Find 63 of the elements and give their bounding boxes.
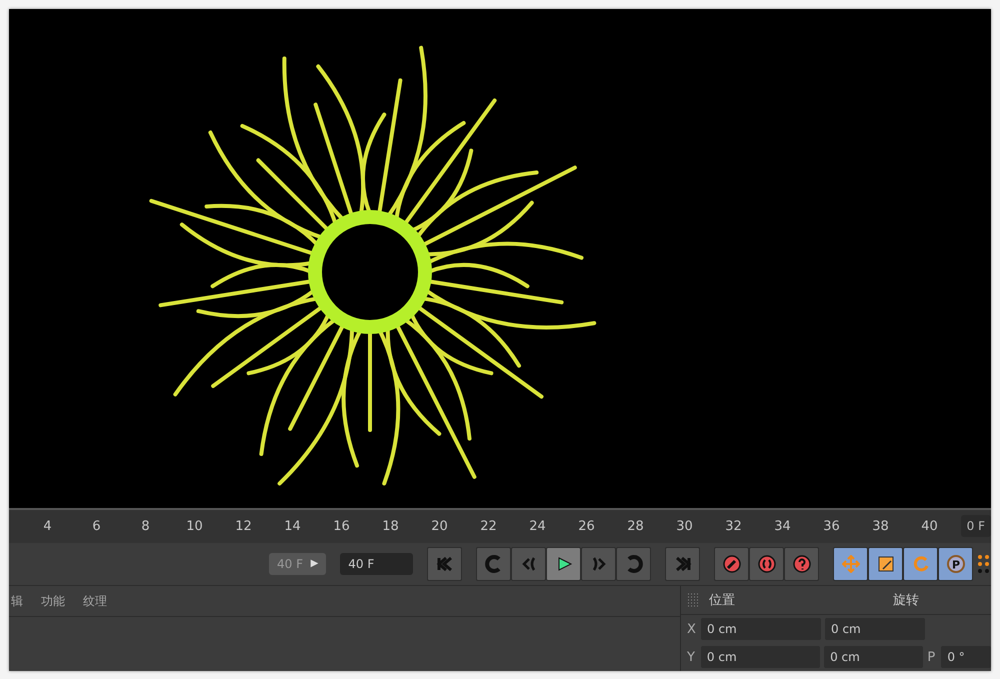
frame-number: 34 [773, 518, 792, 534]
grip-icon [687, 593, 701, 607]
record-key-button[interactable] [714, 546, 749, 581]
auto-key-button[interactable] [749, 546, 784, 581]
frame-number: 20 [430, 518, 449, 534]
next-key-button[interactable] [616, 546, 651, 581]
frame-number: 16 [332, 518, 351, 534]
axis-label: X [687, 622, 697, 636]
rotate-tool-button[interactable] [903, 546, 938, 581]
play-button[interactable] [546, 546, 581, 581]
rotation-title: 旋转 [893, 592, 919, 609]
frame-number: 14 [283, 518, 302, 534]
menu-tab[interactable]: 纹理 [81, 592, 109, 610]
frame-number: 36 [822, 518, 841, 534]
frame-number: 8 [140, 518, 151, 534]
timeline-ruler[interactable]: 4 6 8 10 12 14 16 18 20 22 24 26 28 30 32 34 36 38 40 0 F [9, 508, 991, 543]
frame-number: 10 [185, 518, 204, 534]
go-to-start-button[interactable] [427, 546, 462, 581]
move-tool-button[interactable] [833, 546, 868, 581]
frame-number: 22 [479, 518, 498, 534]
rotate-icon [912, 554, 930, 573]
dots-icon [977, 554, 991, 574]
menu-tab[interactable]: 辑 [9, 592, 25, 610]
parameter-icon: P [946, 554, 964, 573]
axis-label: Y [687, 650, 696, 664]
previous-key-button[interactable] [476, 546, 511, 581]
go-to-end-button[interactable] [665, 546, 700, 581]
position-field[interactable]: 0 cm [700, 646, 820, 668]
key-icon [722, 554, 740, 573]
frame-number: 32 [724, 518, 743, 534]
frame-number: 18 [381, 518, 400, 534]
previous-key-icon [484, 554, 502, 573]
help-icon [792, 554, 810, 573]
move-icon [842, 554, 860, 573]
arrow-icon: ▶ [310, 558, 318, 570]
end-frame-field[interactable]: 40 F ▶ [269, 552, 326, 575]
frame-number: 12 [234, 518, 253, 534]
position-title: 位置 [709, 592, 735, 609]
max-frame-field[interactable]: 40 F [340, 552, 413, 575]
skip-end-icon [674, 554, 692, 573]
frame-number: 28 [626, 518, 645, 534]
size-field[interactable]: 0 cm [824, 646, 924, 668]
frame-number: 4 [42, 518, 53, 534]
rotation-field[interactable]: 0 ° [941, 646, 991, 668]
scale-tool-button[interactable] [868, 546, 903, 581]
scale-icon [876, 554, 894, 573]
field-value: 40 F [277, 556, 303, 571]
size-field[interactable]: 0 cm [825, 618, 925, 640]
menu-tab[interactable]: 功能 [39, 592, 67, 610]
frame-number: 38 [871, 518, 890, 534]
step-back-icon [520, 554, 538, 573]
record-icon [758, 554, 776, 573]
frame-number: 24 [528, 518, 547, 534]
help-button[interactable] [784, 546, 819, 581]
frame-number: 30 [675, 518, 694, 534]
skip-start-icon [436, 554, 454, 573]
frame-number: 6 [91, 518, 102, 534]
parameter-tool-button[interactable]: P [938, 546, 973, 581]
frame-number: 40 [920, 518, 939, 534]
current-frame-field[interactable]: 0 F [960, 515, 991, 538]
position-field[interactable]: 0 cm [701, 618, 821, 640]
frame-number: 26 [577, 518, 596, 534]
axis-label: P [927, 650, 936, 664]
